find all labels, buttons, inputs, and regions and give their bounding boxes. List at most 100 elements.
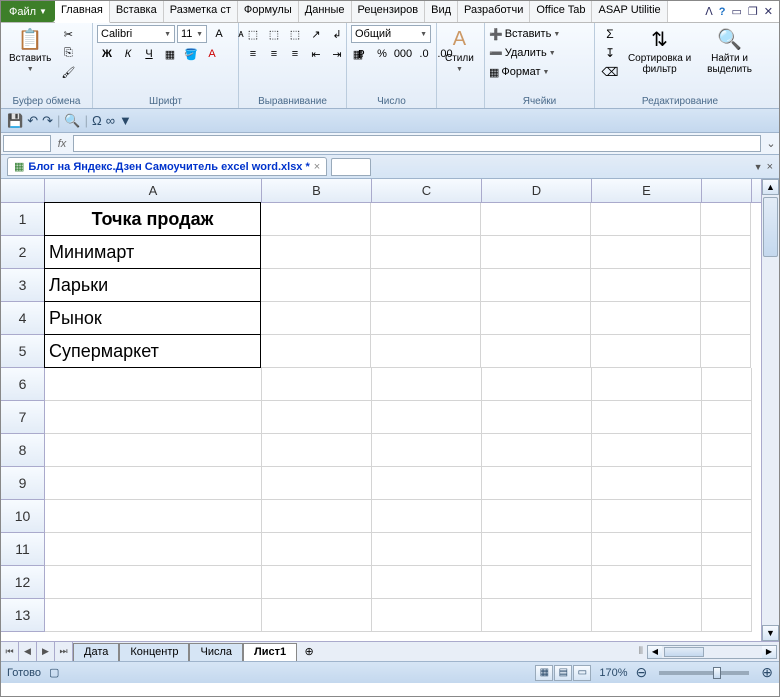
cell-E3[interactable] (591, 269, 701, 302)
cell-F2[interactable] (701, 236, 751, 269)
cell-C2[interactable] (371, 236, 481, 269)
row-header-3[interactable]: 3 (1, 269, 45, 302)
clear-button[interactable]: ⌫ (599, 63, 621, 81)
redo-button[interactable]: ↷ (42, 113, 53, 129)
format-painter-button[interactable]: 🖌 (57, 63, 79, 81)
cell-E2[interactable] (591, 236, 701, 269)
percent-button[interactable]: % (372, 45, 392, 63)
align-right-button[interactable]: ≡ (285, 45, 305, 63)
cell-F6[interactable] (702, 368, 752, 401)
cell-A8[interactable] (45, 434, 262, 467)
cell-C10[interactable] (372, 500, 482, 533)
cell-F1[interactable] (701, 203, 751, 236)
cell-B2[interactable] (261, 236, 371, 269)
underline-button[interactable]: Ч (139, 45, 159, 63)
file-tab[interactable]: Файл ▼ (1, 1, 55, 22)
sheet-nav-last[interactable]: ⏭ (55, 642, 73, 661)
currency-button[interactable]: ₽ (351, 45, 371, 63)
align-center-button[interactable]: ≡ (264, 45, 284, 63)
omega-button[interactable]: Ω (92, 113, 102, 128)
cell-A2[interactable]: Минимарт (44, 235, 261, 269)
qat-customize-icon[interactable]: ▼ (119, 113, 132, 128)
cell-A13[interactable] (45, 599, 262, 632)
cell-D11[interactable] (482, 533, 592, 566)
row-header-12[interactable]: 12 (1, 566, 45, 599)
cell-F12[interactable] (702, 566, 752, 599)
align-bottom-button[interactable]: ⬚ (285, 25, 305, 43)
cell-E9[interactable] (592, 467, 702, 500)
cell-D8[interactable] (482, 434, 592, 467)
tab-formulas[interactable]: Формулы (238, 1, 299, 22)
cell-D1[interactable] (481, 203, 591, 236)
cell-D3[interactable] (481, 269, 591, 302)
row-header-13[interactable]: 13 (1, 599, 45, 632)
cell-E11[interactable] (592, 533, 702, 566)
tab-developer[interactable]: Разработчи (458, 1, 530, 22)
name-box[interactable] (3, 135, 51, 152)
cell-B4[interactable] (261, 302, 371, 335)
fill-button[interactable]: ↧ (599, 44, 621, 62)
cell-A12[interactable] (45, 566, 262, 599)
cell-E1[interactable] (591, 203, 701, 236)
cell-A1[interactable]: Точка продаж (44, 202, 261, 236)
hscroll-split-icon[interactable]: ⦀ (639, 646, 643, 657)
cell-E8[interactable] (592, 434, 702, 467)
cell-D2[interactable] (481, 236, 591, 269)
macro-record-icon[interactable]: ▢ (49, 666, 59, 679)
cell-D7[interactable] (482, 401, 592, 434)
cell-B8[interactable] (262, 434, 372, 467)
tab-data[interactable]: Данные (299, 1, 352, 22)
cell-C13[interactable] (372, 599, 482, 632)
new-tab-placeholder[interactable] (331, 158, 371, 176)
sheet-nav-prev[interactable]: ◀ (19, 642, 37, 661)
cell-B11[interactable] (262, 533, 372, 566)
cell-F7[interactable] (702, 401, 752, 434)
zoom-in-button[interactable]: ⊕ (761, 664, 773, 681)
autosum-button[interactable]: Σ (599, 25, 621, 43)
zoom-out-button[interactable]: ⊖ (636, 664, 648, 681)
hscroll-thumb[interactable] (664, 647, 704, 657)
scroll-up-icon[interactable]: ▲ (762, 179, 779, 195)
cell-D13[interactable] (482, 599, 592, 632)
row-header-1[interactable]: 1 (1, 203, 45, 236)
copy-button[interactable]: ⎘ (57, 44, 79, 62)
italic-button[interactable]: К (118, 45, 138, 63)
cell-F13[interactable] (702, 599, 752, 632)
delete-cells-button[interactable]: ➖Удалить▼ (489, 44, 556, 62)
cell-A7[interactable] (45, 401, 262, 434)
cell-A9[interactable] (45, 467, 262, 500)
help-icon[interactable]: ? (719, 6, 726, 18)
increase-indent-button[interactable]: ⇥ (327, 45, 347, 63)
zoom-slider[interactable] (659, 671, 749, 675)
row-header-8[interactable]: 8 (1, 434, 45, 467)
horizontal-scrollbar[interactable]: ◀ ▶ (647, 645, 777, 659)
cell-F11[interactable] (702, 533, 752, 566)
col-header-extra[interactable] (702, 179, 752, 202)
tab-asap[interactable]: ASAP Utilitie (592, 1, 667, 22)
font-color-button[interactable]: A (202, 45, 222, 63)
cell-D4[interactable] (481, 302, 591, 335)
row-header-7[interactable]: 7 (1, 401, 45, 434)
align-middle-button[interactable]: ⬚ (264, 25, 284, 43)
close-tab-icon[interactable]: × (314, 161, 320, 173)
cell-C9[interactable] (372, 467, 482, 500)
vertical-scrollbar[interactable]: ▲ ▼ (761, 179, 779, 641)
cell-C1[interactable] (371, 203, 481, 236)
scroll-left-icon[interactable]: ◀ (648, 646, 662, 658)
col-header-B[interactable]: B (262, 179, 372, 202)
cell-F3[interactable] (701, 269, 751, 302)
cell-A3[interactable]: Ларьки (44, 268, 261, 302)
comma-button[interactable]: 000 (393, 45, 413, 63)
cell-C5[interactable] (371, 335, 481, 368)
tab-review[interactable]: Рецензиров (352, 1, 426, 22)
sheet-tab-0[interactable]: Дата (73, 643, 119, 661)
view-break-button[interactable]: ▭ (573, 665, 591, 681)
styles-button[interactable]: A Стили ▼ (441, 25, 478, 75)
cell-D10[interactable] (482, 500, 592, 533)
cell-B3[interactable] (261, 269, 371, 302)
insert-cells-button[interactable]: ➕Вставить▼ (489, 25, 560, 43)
row-header-6[interactable]: 6 (1, 368, 45, 401)
tab-page-layout[interactable]: Разметка ст (164, 1, 238, 22)
cut-button[interactable]: ✂ (57, 25, 79, 43)
cell-B7[interactable] (262, 401, 372, 434)
